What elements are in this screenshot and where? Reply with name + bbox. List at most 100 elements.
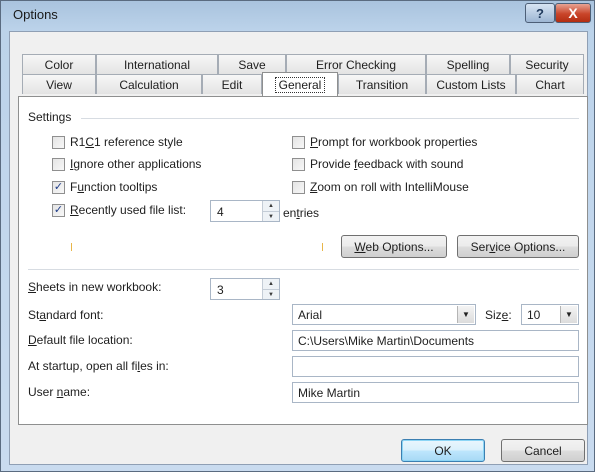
tab-label: Color [44,57,74,72]
font-size-label: Size: [485,308,512,322]
tab-label: Transition [355,77,409,92]
divider-mark [71,243,72,251]
settings-divider [81,118,579,119]
label-part: oom on roll with IntelliMouse [317,180,469,194]
tab-transition[interactable]: Transition [338,74,426,94]
label-part: heets in new workbook: [36,280,162,294]
stepper-value[interactable]: 3 [217,283,224,297]
tab-label: View [46,77,72,92]
r1c1-checkbox[interactable]: R1C1 reference style [52,135,183,149]
stepper-arrows[interactable]: ▲ ▼ [262,201,279,221]
service-options-button[interactable]: Service Options... [457,235,579,258]
recent-files-stepper[interactable]: 4 ▲ ▼ [210,200,280,222]
cancel-label: Cancel [524,443,562,458]
ignore-apps-checkbox[interactable]: Ignore other applications [52,157,201,171]
divider-mark [322,243,323,251]
tab-security[interactable]: Security [510,54,584,74]
label-part: eb Options... [365,239,434,254]
close-button[interactable]: X [555,3,591,23]
label-part: S [28,280,37,294]
help-button[interactable]: ? [525,3,555,23]
font-value: Arial [298,308,323,322]
user-name-label: User name: [28,385,90,399]
feedback-sound-checkbox[interactable]: Provide feedback with sound [292,157,463,171]
tab-custom-lists[interactable]: Custom Lists [426,74,516,94]
spin-down-icon[interactable]: ▼ [263,289,279,299]
sheets-label: Sheets in new workbook: [28,280,161,294]
tab-color[interactable]: Color [22,54,96,74]
tab-calculation[interactable]: Calculation [96,74,202,94]
tab-error-checking[interactable]: Error Checking [286,54,426,74]
stepper-arrows[interactable]: ▲ ▼ [262,279,279,299]
label-part: Provide [310,157,355,171]
tab-label: Spelling [446,57,490,72]
zoom-roll-checkbox[interactable]: Zoom on roll with IntelliMouse [292,180,469,194]
label-part: Siz [485,308,502,322]
label-part: Ser [470,239,490,254]
checkbox-box[interactable] [52,135,65,149]
sheets-stepper[interactable]: 3 ▲ ▼ [210,278,280,300]
prompt-properties-label: Prompt for workbook properties [310,135,477,149]
help-icon: ? [536,5,544,21]
spin-up-icon[interactable]: ▲ [263,201,279,211]
checkbox-box[interactable] [52,157,65,171]
label-part: : [508,308,512,322]
options-dialog: Options ? X Color International Save Err… [0,0,595,472]
tab-label: General [274,76,326,93]
tab-edit[interactable]: Edit [202,74,262,94]
settings-group-label: Settings [28,110,72,124]
prompt-properties-checkbox[interactable]: Prompt for workbook properties [292,135,477,149]
label-part: C [85,135,95,149]
service-options-label: Service Options... [471,240,566,254]
function-tooltips-label: Function tooltips [70,180,157,194]
spin-down-icon[interactable]: ▼ [263,211,279,221]
tab-label: Chart [535,77,565,92]
label-part: rompt for workbook properties [318,135,478,149]
title-bar[interactable]: Options ? X [1,1,594,31]
ok-button[interactable]: OK [401,439,485,462]
check-mark-icon[interactable]: ✓ [52,203,65,217]
ok-label: OK [434,443,452,458]
label-part: P [310,135,319,149]
tab-label: International [123,57,191,72]
checkbox-box[interactable] [292,135,305,149]
label-part: R [70,203,79,217]
dropdown-arrow-icon[interactable]: ▼ [457,306,474,323]
checkbox-box[interactable] [292,180,305,194]
stepper-value[interactable]: 4 [217,205,224,219]
tab-save[interactable]: Save [218,54,286,74]
ignore-apps-label: Ignore other applications [70,157,201,171]
tab-spelling[interactable]: Spelling [426,54,510,74]
default-location-input[interactable]: C:\Users\Mike Martin\Documents [292,330,579,351]
default-location-label: Default file location: [28,333,133,347]
function-tooltips-checkbox[interactable]: ✓ Function tooltips [52,180,157,194]
tab-view[interactable]: View [22,74,96,94]
tab-label: Save [238,57,266,72]
size-value: 10 [527,308,541,322]
label-part: nction tooltips [84,180,158,194]
spin-up-icon[interactable]: ▲ [263,279,279,289]
label-part: eedback with sound [357,157,464,171]
label-part: ries [299,206,320,220]
close-icon: X [568,5,578,21]
tab-chart[interactable]: Chart [516,74,584,94]
label-part: R1 [70,135,86,149]
tab-general[interactable]: General [262,72,338,96]
label-part: en [283,206,297,220]
recent-files-checkbox[interactable]: ✓ Recently used file list: [52,203,186,217]
font-size-select[interactable]: 10 ▼ [521,304,579,325]
dropdown-arrow-icon[interactable]: ▼ [560,306,577,323]
tab-international[interactable]: International [96,54,218,74]
label-part: ice Options... [495,239,566,254]
checkbox-box[interactable] [292,157,305,171]
location-value: C:\Users\Mike Martin\Documents [298,334,475,348]
cancel-button[interactable]: Cancel [501,439,585,462]
label-part: efault file location: [36,333,133,347]
label-part: ndard font: [46,308,104,322]
standard-font-select[interactable]: Arial ▼ [292,304,476,325]
user-name-input[interactable]: Mike Martin [292,382,579,403]
startup-folder-input[interactable] [292,356,579,377]
web-options-button[interactable]: Web Options... [341,235,447,258]
tab-label: Custom Lists [436,77,506,92]
check-mark-icon[interactable]: ✓ [52,180,65,194]
